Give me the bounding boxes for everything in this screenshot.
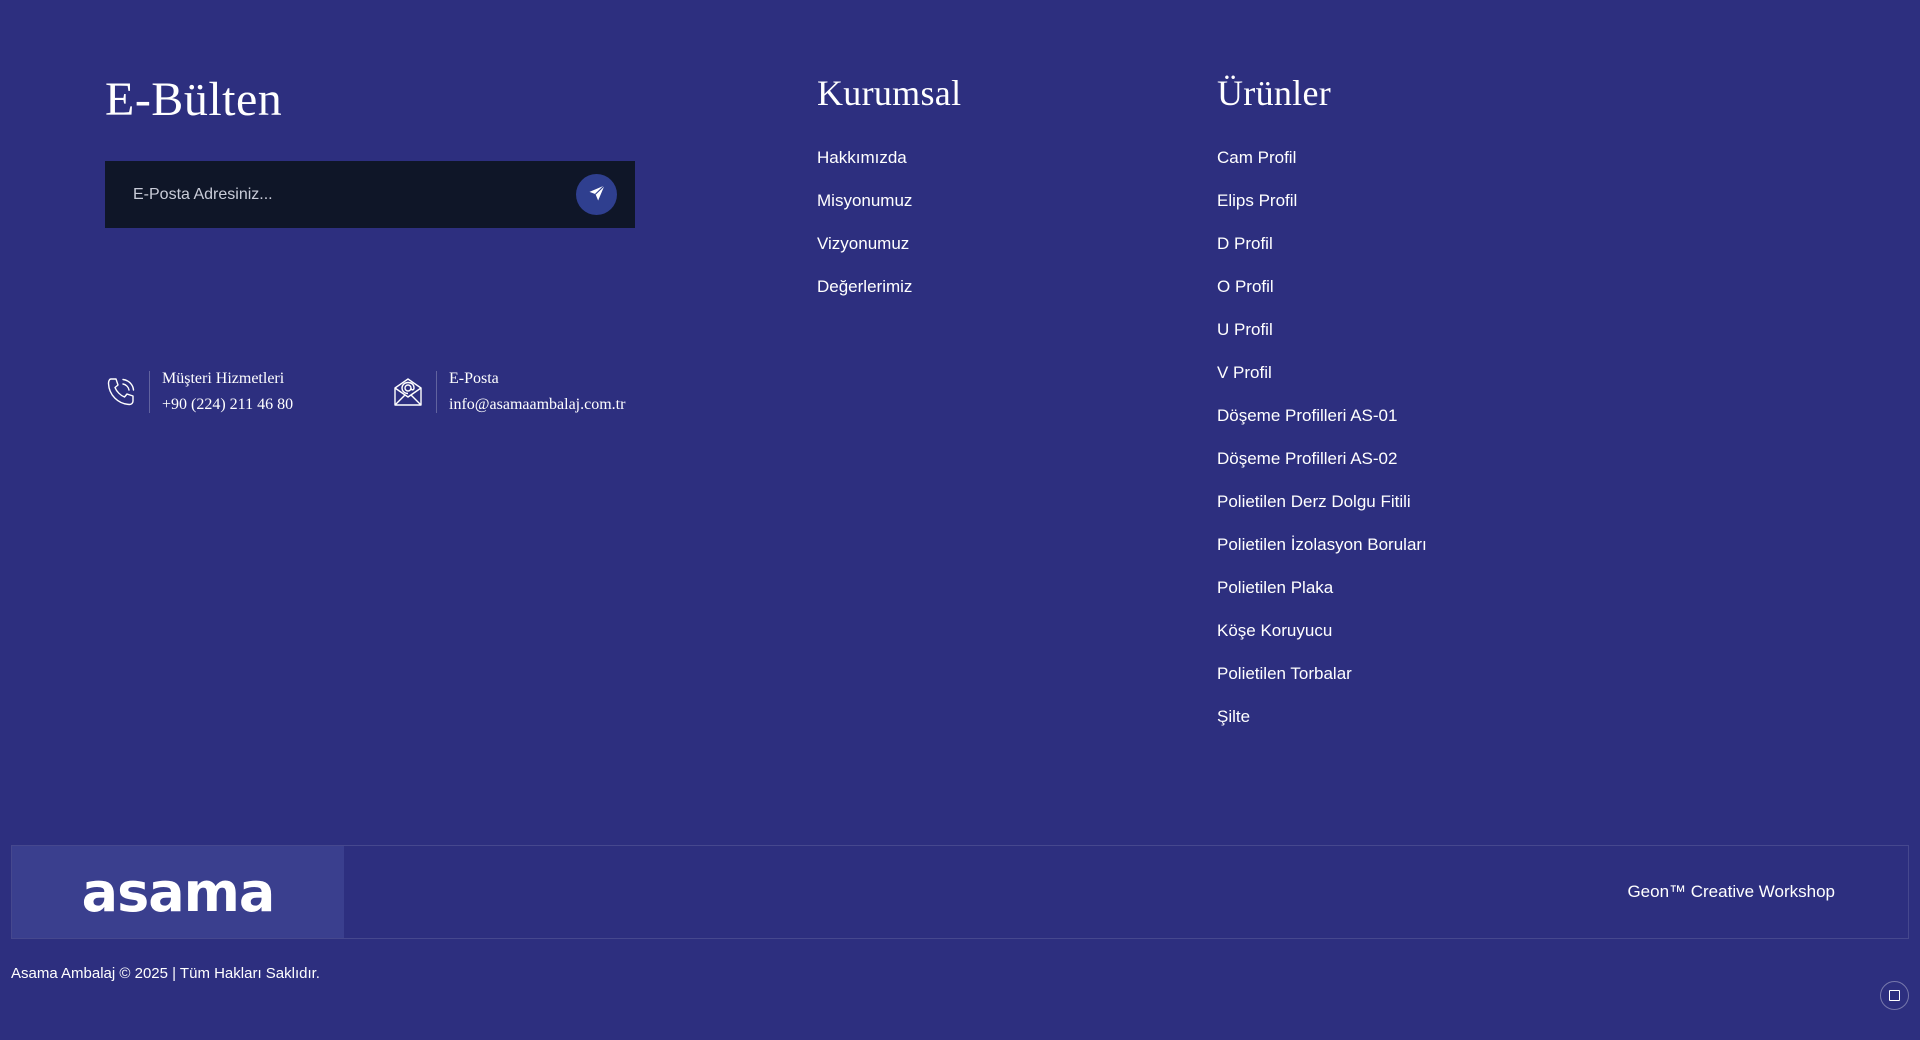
newsletter-form: [105, 161, 635, 228]
list-item: U Profil: [1217, 320, 1427, 363]
urunler-link[interactable]: O Profil: [1217, 277, 1274, 296]
credit-link[interactable]: Geon™ Creative Workshop: [1627, 846, 1835, 938]
contact-label: Müşteri Hizmetleri: [162, 370, 285, 387]
contact-email: E-Posta info@asamaambalaj.com.tr: [390, 370, 625, 414]
list-item: Polietilen İzolasyon Boruları: [1217, 535, 1427, 578]
copyright-text: Asama Ambalaj © 2025 | Tüm Hakları Saklı…: [11, 965, 320, 982]
list-item: Hakkımızda: [817, 148, 961, 191]
kurumsal-title: Kurumsal: [817, 73, 962, 113]
paper-plane-icon: [588, 184, 606, 205]
kurumsal-link[interactable]: Vizyonumuz: [817, 234, 909, 253]
urunler-link[interactable]: Polietilen İzolasyon Boruları: [1217, 535, 1427, 554]
list-item: Polietilen Plaka: [1217, 578, 1427, 621]
urunler-link[interactable]: Şilte: [1217, 707, 1250, 726]
bottom-bar: asama Geon™ Creative Workshop: [11, 845, 1909, 939]
list-item: Köşe Koruyucu: [1217, 621, 1427, 664]
urunler-links: Cam Profil Elips Profil D Profil O Profil U …: [1217, 148, 1427, 750]
envelope-at-icon: [390, 372, 426, 412]
urunler-link[interactable]: U Profil: [1217, 320, 1273, 339]
kurumsal-link[interactable]: Misyonumuz: [817, 191, 912, 210]
urunler-title: Ürünler: [1217, 73, 1332, 113]
list-item: V Profil: [1217, 363, 1427, 406]
list-item: O Profil: [1217, 277, 1427, 320]
kurumsal-link[interactable]: Değerlerimiz: [817, 277, 912, 296]
list-item: Şilte: [1217, 707, 1427, 750]
corner-widget-button[interactable]: [1880, 981, 1909, 1010]
kurumsal-link[interactable]: Hakkımızda: [817, 148, 907, 167]
contact-label: E-Posta: [449, 370, 499, 387]
contact-divider: [436, 371, 437, 413]
logo-text: asama: [81, 860, 276, 924]
urunler-link[interactable]: Elips Profil: [1217, 191, 1297, 210]
urunler-link[interactable]: D Profil: [1217, 234, 1273, 253]
logo[interactable]: asama: [12, 846, 344, 938]
urunler-link[interactable]: Cam Profil: [1217, 148, 1296, 167]
list-item: Vizyonumuz: [817, 234, 961, 277]
phone-link[interactable]: +90 (224) 211 46 80: [162, 396, 293, 414]
email-link[interactable]: info@asamaambalaj.com.tr: [449, 396, 625, 414]
list-item: Cam Profil: [1217, 148, 1427, 191]
urunler-link[interactable]: Döşeme Profilleri AS-01: [1217, 406, 1397, 425]
phone-icon: [103, 372, 139, 412]
square-icon: [1889, 990, 1900, 1001]
contact-phone: Müşteri Hizmetleri +90 (224) 211 46 80: [103, 370, 293, 414]
contact-divider: [149, 371, 150, 413]
list-item: Misyonumuz: [817, 191, 961, 234]
newsletter-send-button[interactable]: [576, 174, 617, 215]
list-item: Polietilen Derz Dolgu Fitili: [1217, 492, 1427, 535]
kurumsal-links: Hakkımızda Misyonumuz Vizyonumuz Değerlerim…: [817, 148, 961, 320]
list-item: Polietilen Torbalar: [1217, 664, 1427, 707]
kurumsal-column: Kurumsal Hakkımızda Misyonumuz Vizyonumuz D…: [817, 72, 961, 320]
list-item: Döşeme Profilleri AS-01: [1217, 406, 1427, 449]
newsletter-title: E-Bülten: [105, 73, 283, 126]
urunler-link[interactable]: V Profil: [1217, 363, 1272, 382]
urunler-link[interactable]: Polietilen Torbalar: [1217, 664, 1352, 683]
list-item: Döşeme Profilleri AS-02: [1217, 449, 1427, 492]
urunler-link[interactable]: Döşeme Profilleri AS-02: [1217, 449, 1397, 468]
urunler-link[interactable]: Köşe Koruyucu: [1217, 621, 1332, 640]
urunler-column: Ürünler Cam Profil Elips Profil D Profil O …: [1217, 72, 1427, 750]
list-item: D Profil: [1217, 234, 1427, 277]
urunler-link[interactable]: Polietilen Plaka: [1217, 578, 1333, 597]
urunler-link[interactable]: Polietilen Derz Dolgu Fitili: [1217, 492, 1411, 511]
list-item: Değerlerimiz: [817, 277, 961, 320]
newsletter-email-input[interactable]: [133, 185, 576, 204]
list-item: Elips Profil: [1217, 191, 1427, 234]
